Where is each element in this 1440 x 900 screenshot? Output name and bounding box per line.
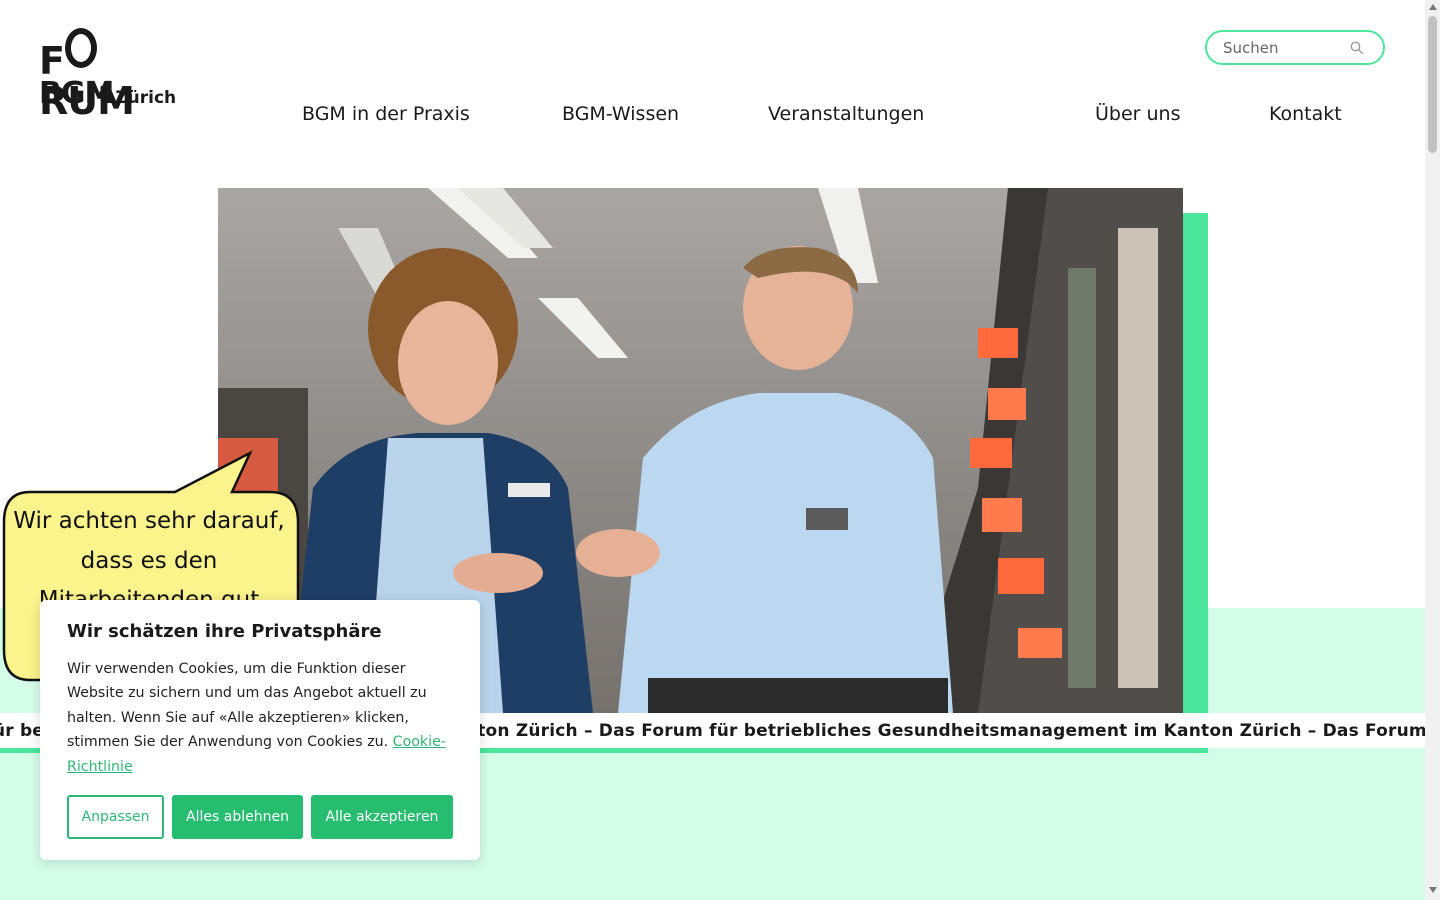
scroll-down-arrow-icon[interactable]	[1429, 887, 1437, 893]
scroll-up-arrow-icon[interactable]	[1429, 4, 1437, 10]
cookie-title: Wir schätzen ihre Privatsphäre	[67, 621, 382, 642]
nav-bgm-in-der-praxis[interactable]: BGM in der Praxis	[302, 103, 470, 125]
cookie-consent-dialog: Wir schätzen ihre Privatsphäre Wir verwe…	[40, 600, 480, 860]
search-icon[interactable]	[1350, 41, 1364, 55]
cookie-text: Wir verwenden Cookies, um die Funktion d…	[67, 661, 446, 775]
reject-all-button[interactable]: Alles ablehnen	[172, 795, 303, 839]
page-scrollbar[interactable]	[1425, 0, 1440, 900]
nav-veranstaltungen[interactable]: Veranstaltungen	[768, 103, 924, 125]
hero-accent-bar	[1183, 213, 1208, 753]
site-logo[interactable]: FRUM BGM Zürich	[39, 28, 189, 120]
logo-ring	[64, 28, 97, 68]
nav-ueber-uns[interactable]: Über uns	[1095, 103, 1181, 125]
search-input[interactable]	[1223, 38, 1343, 58]
customize-button[interactable]: Anpassen	[67, 795, 164, 839]
nav-bgm-wissen[interactable]: BGM-Wissen	[562, 103, 679, 125]
search-box[interactable]	[1205, 30, 1385, 65]
accept-all-button[interactable]: Alle akzeptieren	[311, 795, 453, 839]
scroll-thumb[interactable]	[1428, 16, 1437, 153]
logo-line-2: BGM Zürich	[39, 76, 177, 111]
nav-kontakt[interactable]: Kontakt	[1269, 103, 1342, 125]
